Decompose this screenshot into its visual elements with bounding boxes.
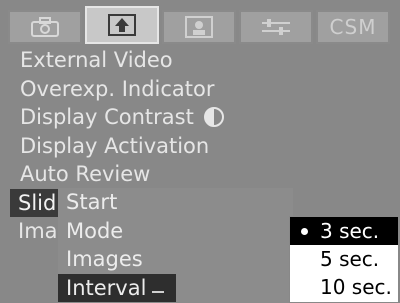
tab-camera[interactable] <box>8 10 82 44</box>
menu-item-label: Overexp. Indicator <box>20 76 215 101</box>
user-icon <box>185 16 213 38</box>
menu-item-label: Display Activation <box>20 133 210 158</box>
camera-icon <box>31 17 59 37</box>
slideshow-submenu: Start Mode Images Interval <box>58 188 293 303</box>
submenu-item-start[interactable]: Start <box>58 188 293 217</box>
submenu-item-label: Start <box>66 190 118 214</box>
submenu-item-images[interactable]: Images <box>58 245 293 274</box>
menu-item-slideshow[interactable]: Slid <box>10 189 62 217</box>
menu-item-external-video[interactable]: External Video <box>10 46 394 75</box>
submenu-arrow-icon <box>152 284 165 293</box>
menu-item-overexp-indicator[interactable]: Overexp. Indicator <box>10 75 394 104</box>
submenu-item-label: Mode <box>66 218 124 243</box>
menu-item-image[interactable]: Ima <box>10 217 58 245</box>
interval-option-label: 3 sec. <box>320 219 380 243</box>
submenu-item-interval[interactable]: Interval <box>58 273 176 302</box>
tab-playback[interactable] <box>85 6 159 44</box>
menu-tab-bar: CSM <box>8 6 394 46</box>
menu-item-display-contrast[interactable]: Display Contrast <box>10 103 394 132</box>
settings-sliders-icon <box>262 19 290 35</box>
contrast-icon <box>203 107 224 127</box>
main-menu-list: External Video Overexp. Indicator Displa… <box>10 46 394 189</box>
menu-item-display-activation[interactable]: Display Activation <box>10 132 394 161</box>
interval-option-3-sec[interactable]: 3 sec. <box>290 217 398 245</box>
selected-dot-icon <box>301 228 308 235</box>
interval-option-10-sec[interactable]: 10 sec. <box>290 273 398 301</box>
camera-menu-screen: CSM External Video Overexp. Indicator Di… <box>0 0 400 303</box>
menu-item-label: External Video <box>20 48 173 72</box>
tab-csm-label: CSM <box>329 15 377 39</box>
playback-icon <box>108 14 136 36</box>
tab-csm[interactable]: CSM <box>316 10 390 44</box>
submenu-item-label: Images <box>66 247 143 271</box>
menu-item-auto-review[interactable]: Auto Review <box>10 160 394 189</box>
tab-setup[interactable] <box>239 10 313 44</box>
tab-user[interactable] <box>162 10 236 44</box>
menu-item-label: Display Contrast <box>20 105 194 129</box>
submenu-item-label: Interval <box>66 275 147 300</box>
interval-option-label: 10 sec. <box>320 275 392 299</box>
interval-option-label: 5 sec. <box>320 247 380 271</box>
interval-option-5-sec[interactable]: 5 sec. <box>290 245 398 273</box>
menu-item-label: Auto Review <box>20 162 151 186</box>
submenu-item-mode[interactable]: Mode <box>58 217 293 246</box>
interval-options-popup: 3 sec. 5 sec. 10 sec. <box>289 216 399 303</box>
